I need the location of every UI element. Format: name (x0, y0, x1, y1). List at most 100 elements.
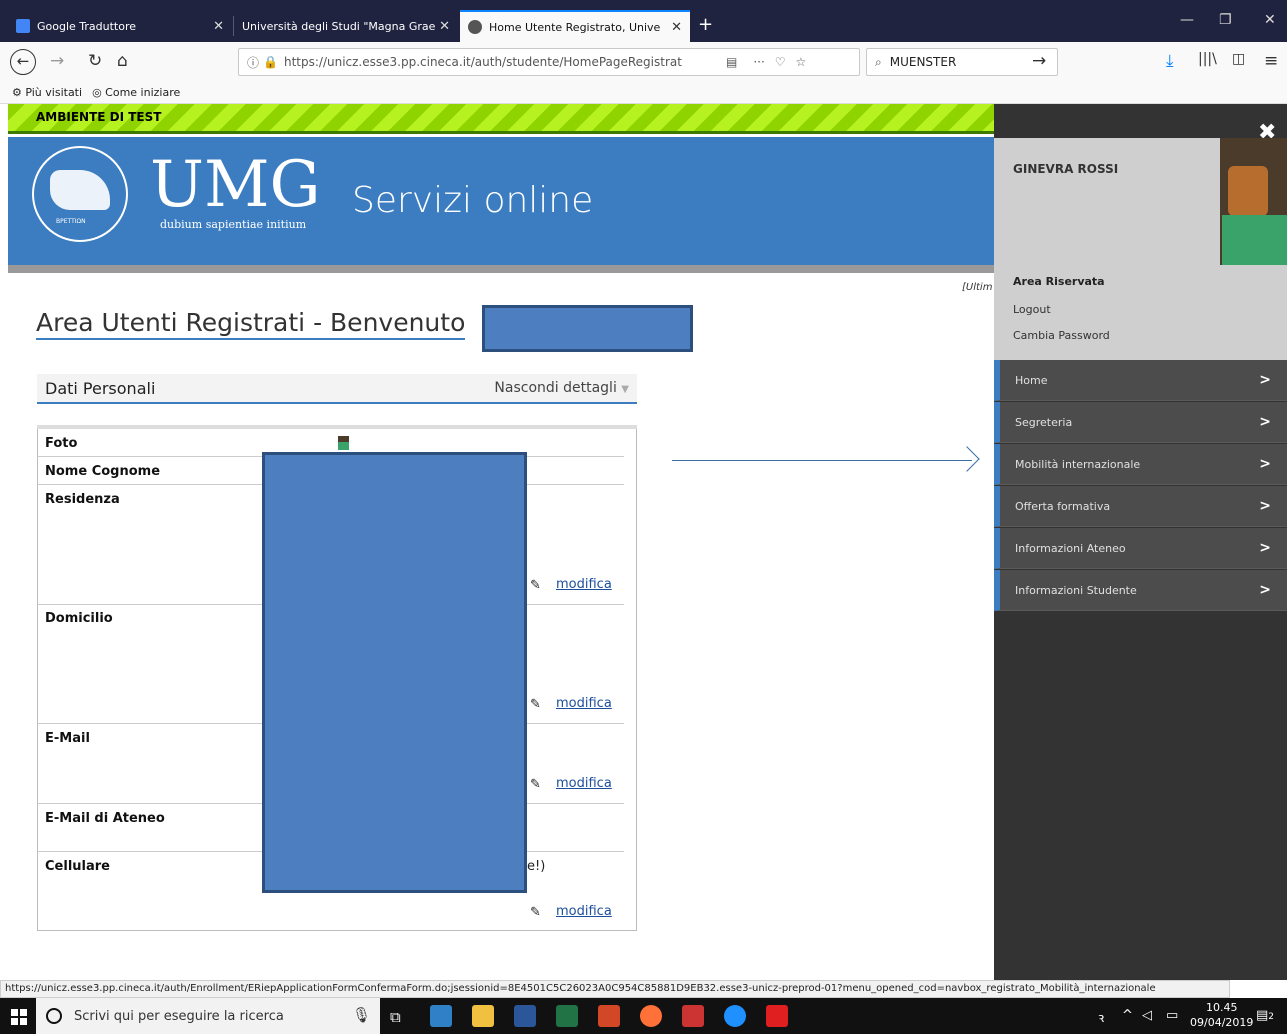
outlook-icon[interactable] (598, 1005, 620, 1027)
user-name: GINEVRA ROSSI (1013, 162, 1119, 176)
minimize-icon[interactable]: — (1180, 12, 1194, 28)
bookmark-star-icon[interactable]: ☆ (796, 55, 807, 69)
forward-icon[interactable]: → (50, 51, 64, 71)
tab-google-traduttore[interactable]: Google Traduttore ✕ (8, 10, 232, 42)
excel-icon[interactable] (556, 1005, 578, 1027)
test-environment-banner: AMBIENTE DI TEST (8, 104, 994, 134)
close-icon[interactable]: ✕ (213, 19, 224, 34)
tab-label: Home Utente Registrato, Unive (489, 20, 661, 34)
row-label-email-ateneo: E-Mail di Ateneo (45, 811, 165, 826)
tray-chevron-up-icon[interactable]: ^ (1122, 1008, 1133, 1023)
edit-icon[interactable]: ✎ (530, 777, 541, 792)
firefox-icon[interactable] (640, 1005, 662, 1027)
file-explorer-icon[interactable] (472, 1005, 494, 1027)
bookmark-label: Più visitati (25, 86, 83, 99)
close-icon[interactable]: ✕ (671, 20, 682, 35)
seal-text: BPETTIΩN (56, 218, 86, 225)
restore-icon[interactable]: ❐ (1219, 12, 1232, 28)
tab-home-utente[interactable]: Home Utente Registrato, Unive ✕ (460, 10, 690, 42)
google-translate-icon (16, 19, 30, 33)
menu-item-info-ateneo[interactable]: Informazioni Ateneo > (994, 528, 1287, 569)
clock-time: 10.45 (1205, 1001, 1238, 1014)
horses-emblem-icon (50, 170, 110, 210)
close-icon[interactable]: ✕ (439, 19, 450, 34)
bookmark-come-iniziare[interactable]: ◎ Come iniziare (92, 86, 180, 99)
logo-motto: dubium sapientiae initium (160, 218, 307, 231)
url-bar[interactable]: ⓘ 🔒 https://unicz.esse3.pp.cineca.it/aut… (238, 48, 860, 76)
logout-link[interactable]: Logout (1013, 303, 1051, 316)
acrobat-icon[interactable] (766, 1005, 788, 1027)
window-close-icon[interactable]: ✕ (1264, 12, 1276, 28)
search-bar[interactable]: ⌕ MUENSTER (866, 48, 1058, 76)
section-header: Dati Personali Nascondi dettagli ▼ (37, 374, 637, 404)
header-divider (8, 265, 994, 273)
tab-label: Università degli Studi "Magna Grae (242, 19, 436, 33)
redaction-box (482, 305, 693, 352)
system-clock[interactable]: 10.45 09/04/2019 (1190, 1000, 1253, 1030)
word-icon[interactable] (514, 1005, 536, 1027)
modifica-domicilio-link[interactable]: modifica (556, 696, 612, 711)
annotation-arrow-line (672, 460, 972, 461)
triangle-down-icon: ▼ (621, 384, 629, 395)
avatar-face (1228, 166, 1268, 216)
university-seal-logo[interactable]: BPETTIΩN (32, 146, 128, 242)
microphone-icon[interactable]: 🎙 (352, 1006, 371, 1024)
modifica-email-link[interactable]: modifica (556, 776, 612, 791)
bookmark-piu-visitati[interactable]: ⚙ Più visitati (12, 86, 82, 99)
notification-count: 2 (1268, 1012, 1275, 1022)
library-icon[interactable]: |||\ (1198, 51, 1217, 67)
hide-details-toggle[interactable]: Nascondi dettagli ▼ (494, 380, 629, 396)
menu-label: Mobilità internazionale (1015, 457, 1141, 471)
tab-universita[interactable]: Università degli Studi "Magna Grae ✕ (234, 10, 458, 42)
info-icon[interactable]: ⓘ (247, 54, 259, 71)
edit-icon[interactable]: ✎ (530, 578, 541, 593)
taskbar-search-placeholder: Scrivi qui per eseguire la ricerca (74, 1008, 284, 1024)
back-icon[interactable]: ← (10, 49, 36, 75)
menu-item-home[interactable]: Home > (994, 360, 1287, 401)
reload-icon[interactable]: ↻ (88, 51, 102, 71)
menu-item-segreteria[interactable]: Segreteria > (994, 402, 1287, 443)
internet-explorer-icon[interactable] (724, 1005, 746, 1027)
url-text: https://unicz.esse3.pp.cineca.it/auth/st… (283, 55, 682, 69)
last-access-text: [Ultim (962, 282, 993, 293)
tab-label: Google Traduttore (37, 19, 137, 33)
edit-icon[interactable]: ✎ (530, 697, 541, 712)
chevron-right-icon: > (1259, 498, 1271, 514)
menu-item-mobilita[interactable]: Mobilità internazionale > (994, 444, 1287, 485)
volume-icon[interactable]: ◁ (1142, 1008, 1152, 1023)
edit-icon[interactable]: ✎ (530, 905, 541, 920)
change-password-link[interactable]: Cambia Password (1013, 329, 1110, 342)
row-label-domicilio: Domicilio (45, 611, 113, 626)
row-label-foto: Foto (45, 436, 78, 451)
search-go-icon[interactable]: → (1032, 51, 1046, 71)
new-tab-icon[interactable]: + (698, 14, 713, 35)
menu-item-info-studente[interactable]: Informazioni Studente > (994, 570, 1287, 611)
page-actions-icon[interactable]: ··· (753, 55, 764, 69)
avatar-shirt (1222, 215, 1287, 265)
logo-text: UMG (150, 148, 321, 222)
test-banner-label: AMBIENTE DI TEST (36, 110, 162, 124)
chevron-right-icon: > (1259, 456, 1271, 472)
menu-item-offerta[interactable]: Offerta formativa > (994, 486, 1287, 527)
pocket-icon[interactable]: ♡ (775, 55, 786, 69)
menu-label: Home (1015, 373, 1048, 387)
windows-start-icon[interactable] (11, 1009, 27, 1025)
taskbar-app-icon[interactable] (682, 1005, 704, 1027)
taskbar-search-input[interactable]: Scrivi qui per eseguire la ricerca (36, 998, 380, 1034)
sidebar-icon[interactable]: ◫ (1232, 51, 1245, 67)
bookmarks-toolbar: ⚙ Più visitati ◎ Come iniziare (0, 82, 1287, 104)
taskbar-app-icon[interactable] (430, 1005, 452, 1027)
reader-view-icon[interactable]: ▤ (726, 55, 737, 69)
menu-label: Offerta formativa (1015, 499, 1111, 513)
modifica-residenza-link[interactable]: modifica (556, 577, 612, 592)
notification-icon[interactable]: ▤2 (1256, 1008, 1274, 1023)
search-icon: ⌕ (875, 54, 882, 69)
task-view-icon[interactable]: ⧉ (390, 1008, 401, 1026)
modifica-cellulare-link[interactable]: modifica (556, 904, 612, 919)
home-icon[interactable]: ⌂ (117, 51, 128, 71)
people-icon[interactable]: ꝛ (1098, 1008, 1104, 1026)
menu-label: Informazioni Studente (1015, 583, 1137, 597)
menu-icon[interactable]: ≡ (1264, 51, 1278, 71)
network-icon[interactable]: ▭ (1166, 1008, 1178, 1023)
download-icon[interactable]: ⤓ (1166, 51, 1174, 71)
